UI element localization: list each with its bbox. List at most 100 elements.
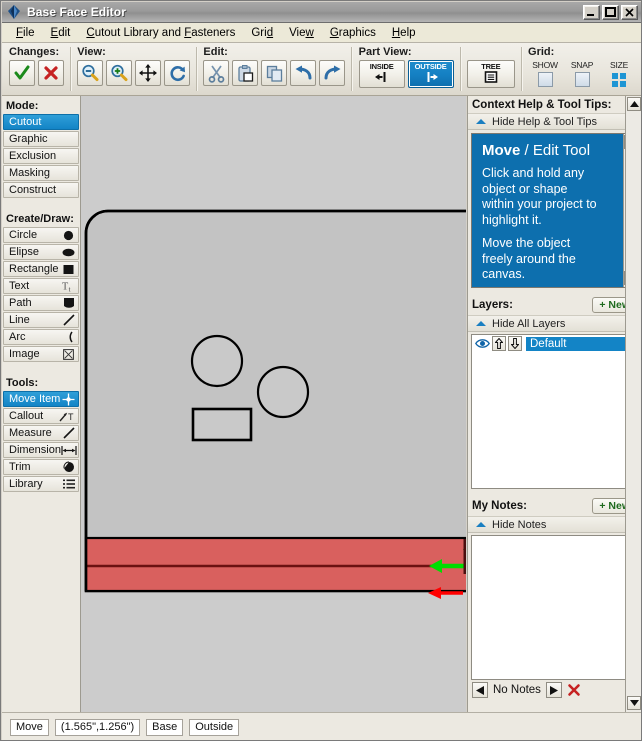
hide-notes-label: Hide Notes <box>492 518 547 531</box>
refresh-button[interactable] <box>164 60 191 86</box>
zoom-in-button[interactable] <box>106 60 133 86</box>
part-view-inside-button[interactable]: INSIDE <box>358 60 405 88</box>
right-panel: Context Help & Tool Tips: Hide Help & To… <box>467 96 641 712</box>
menu-cutout-library-and-fasteners[interactable]: Cutout Library and Fasteners <box>78 25 243 41</box>
help-heading: Move / Edit Tool <box>482 142 600 159</box>
help-text: Move / Edit Tool Click and hold any obje… <box>472 134 610 283</box>
hide-all-layers-toggle[interactable]: Hide All Layers <box>468 315 641 332</box>
sidebar-item-path[interactable]: Path <box>3 295 79 311</box>
zoom-out-button[interactable] <box>77 60 104 86</box>
sidebar-item-circle[interactable]: Circle <box>3 227 79 243</box>
sidebar-item-move-item[interactable]: Move Item <box>3 391 79 407</box>
tree-button[interactable]: TREE <box>466 60 515 88</box>
layer-move-down-button[interactable] <box>508 336 522 351</box>
help-paragraph-1: Click and hold any object or shape withi… <box>482 166 597 227</box>
maximize-icon[interactable] <box>602 4 619 20</box>
grid-size-icon[interactable] <box>611 72 627 90</box>
minimize-icon[interactable] <box>583 4 600 20</box>
sidebar-item-measure[interactable]: Measure <box>3 425 79 441</box>
sidebar-item-text[interactable]: Text T t <box>3 278 79 294</box>
cut-button[interactable] <box>203 60 230 86</box>
layer-row[interactable]: Default <box>472 335 638 352</box>
sidebar-item-callout[interactable]: Callout T <box>3 408 79 424</box>
sidebar-item-text-label: Text <box>9 280 30 292</box>
status-view: Outside <box>189 718 240 736</box>
paste-button[interactable] <box>232 60 259 86</box>
sidebar-item-arc-label: Arc <box>9 331 26 343</box>
svg-text:T: T <box>68 412 74 422</box>
grid-show-cell: SHOW <box>528 60 562 87</box>
grid-snap-label: SNAP <box>570 60 594 70</box>
sidebar-item-trim[interactable]: Trim <box>3 459 79 475</box>
drawing-canvas[interactable] <box>81 96 466 712</box>
caret-up-icon <box>476 119 486 124</box>
copy-button[interactable] <box>261 60 288 86</box>
toolbar-group-grid-label: Grid: <box>528 46 555 58</box>
menu-view[interactable]: View <box>281 25 322 41</box>
redo-button[interactable] <box>319 60 346 86</box>
pan-button[interactable] <box>135 60 162 86</box>
sidebar-item-rectangle[interactable]: Rectangle <box>3 261 79 277</box>
menu-file[interactable]: FFileile <box>8 25 43 41</box>
help-paragraph-2: Move the object freely around the canvas… <box>482 236 576 281</box>
library-list-icon <box>62 478 75 491</box>
hide-notes-toggle[interactable]: Hide Notes <box>468 516 641 533</box>
sidebar-item-library[interactable]: Library <box>3 476 79 492</box>
base-face-editor-window: Base Face Editor FFileile Edit Cutout Li… <box>0 0 642 741</box>
menu-graphics[interactable]: Graphics <box>322 25 384 41</box>
close-icon[interactable] <box>621 4 638 20</box>
notes-textarea[interactable] <box>471 535 639 680</box>
sidebar-item-elipse[interactable]: Elipse <box>3 244 79 260</box>
right-panel-scroll-up-button[interactable] <box>627 97 641 111</box>
outside-arrow-icon <box>422 71 440 86</box>
line-icon <box>62 314 75 327</box>
move-item-icon <box>62 393 75 406</box>
sidebar-item-masking[interactable]: Masking <box>3 165 79 181</box>
inside-label: INSIDE <box>369 62 394 71</box>
hide-help-toggle[interactable]: Hide Help & Tool Tips <box>468 113 641 130</box>
menu-help[interactable]: Help <box>384 25 424 41</box>
sidebar-item-masking-label: Masking <box>9 167 50 179</box>
undo-button[interactable] <box>290 60 317 86</box>
sidebar-item-construct[interactable]: Construct <box>3 182 79 198</box>
layer-name-default[interactable]: Default <box>526 336 636 351</box>
notes-panel-header: My Notes: + New <box>468 495 641 516</box>
next-note-button[interactable] <box>545 682 562 698</box>
prev-note-button[interactable] <box>472 682 488 698</box>
grid-snap-checkbox[interactable] <box>574 72 590 87</box>
menu-edit[interactable]: Edit <box>43 25 79 41</box>
sidebar-item-image[interactable]: Image <box>3 346 79 362</box>
sidebar-item-line[interactable]: Line <box>3 312 79 328</box>
toolbar-group-part-view: Part View: INSIDE OUTSIDE <box>352 43 460 95</box>
right-panel-scrollbar[interactable] <box>625 96 641 712</box>
delete-note-button[interactable] <box>567 683 581 697</box>
sidebar-item-arc[interactable]: Arc <box>3 329 79 345</box>
eye-icon[interactable] <box>474 336 490 351</box>
trim-icon <box>62 461 75 474</box>
layer-move-up-button[interactable] <box>492 336 506 351</box>
part-view-outside-button[interactable]: OUTSIDE <box>407 60 454 88</box>
sidebar-item-exclusion[interactable]: Exclusion <box>3 148 79 164</box>
cutout-circle-small <box>256 365 310 419</box>
cutout-band-fill <box>86 538 466 591</box>
sidebar-item-move-item-label: Move Item <box>9 393 61 405</box>
sidebar-item-graphic[interactable]: Graphic <box>3 131 79 147</box>
notes-footer: No Notes <box>468 680 641 698</box>
sidebar-item-rectangle-label: Rectangle <box>9 263 59 275</box>
part-drawing <box>84 209 466 599</box>
dimension-icon <box>61 444 77 457</box>
grid-show-checkbox[interactable] <box>537 72 553 87</box>
status-bar: Move (1.565",1.256") Base Outside <box>2 712 641 740</box>
toolbar-group-changes-label: Changes: <box>9 46 60 58</box>
grid-snap-cell: SNAP <box>565 60 599 87</box>
reject-changes-button[interactable] <box>38 60 64 86</box>
sidebar-item-cutout[interactable]: Cutout <box>3 114 79 130</box>
accept-changes-button[interactable] <box>9 60 35 86</box>
menu-grid[interactable]: Grid <box>243 25 281 41</box>
right-panel-scroll-down-button[interactable] <box>627 696 641 710</box>
toolbar-group-part-view-label: Part View: <box>358 46 412 58</box>
sidebar-item-dimension[interactable]: Dimension <box>3 442 79 458</box>
sidebar-item-trim-label: Trim <box>9 461 31 473</box>
square-icon <box>62 263 75 276</box>
